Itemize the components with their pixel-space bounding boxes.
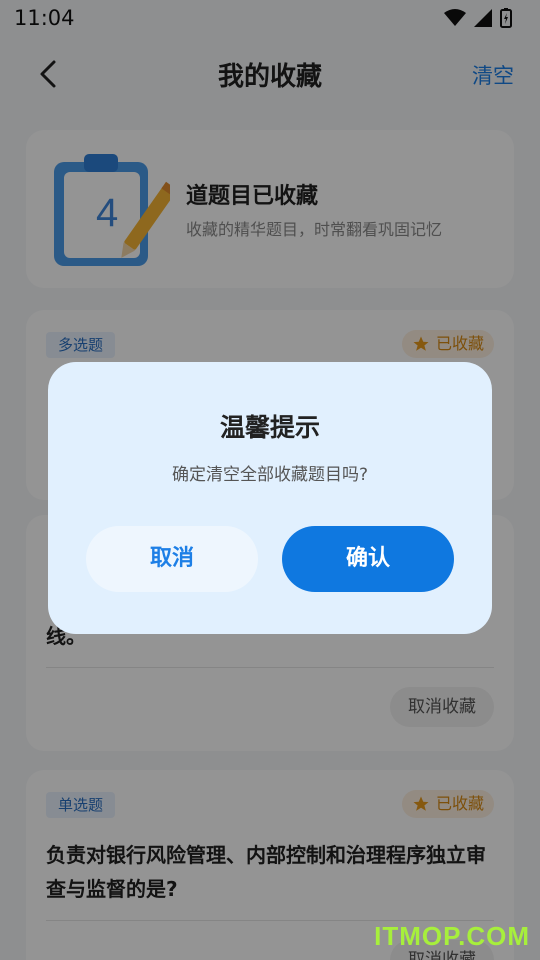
confirm-dialog: 温馨提示 确定清空全部收藏题目吗? 取消 确认 [48,362,492,634]
confirm-button[interactable]: 确认 [282,526,454,592]
dialog-message: 确定清空全部收藏题目吗? [171,465,369,485]
watermark: ITMOP.COM [374,921,530,951]
cancel-button[interactable]: 取消 [86,526,258,592]
dialog-title: 温馨提示 [219,413,320,442]
